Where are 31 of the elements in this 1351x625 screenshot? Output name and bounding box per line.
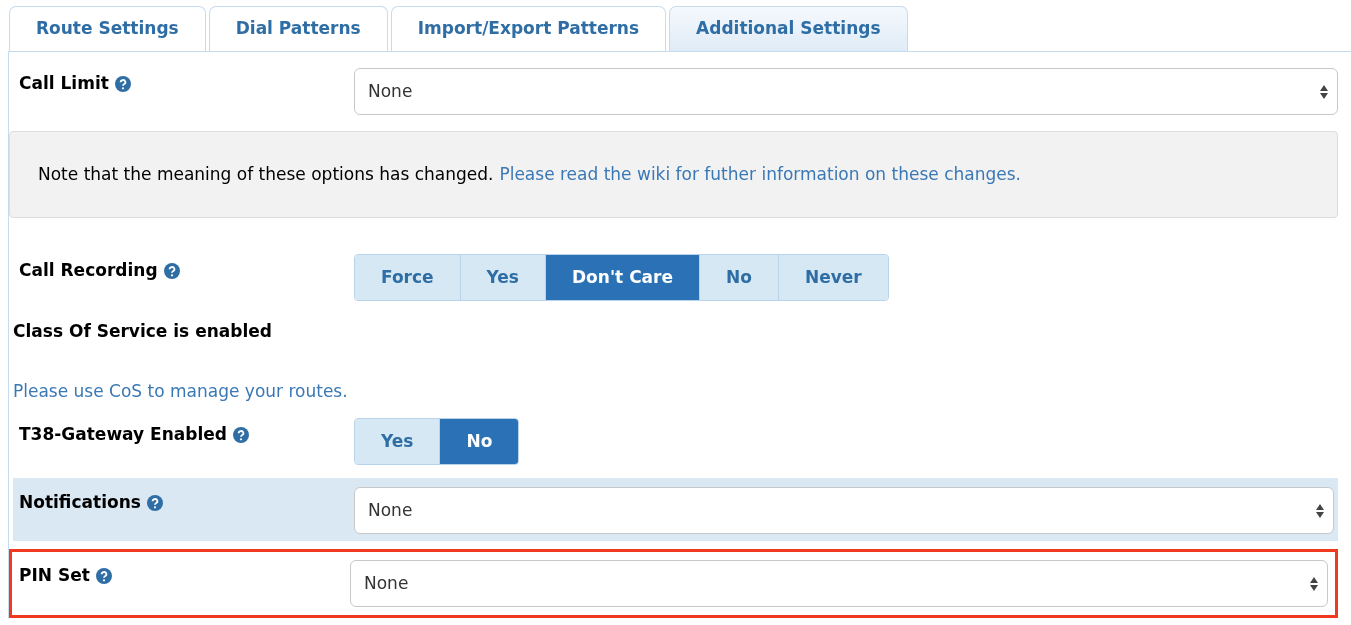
- field-label: Call Recording: [19, 259, 158, 282]
- toggle-option[interactable]: No: [700, 255, 779, 300]
- help-icon[interactable]: [114, 75, 131, 92]
- field-label: T38-Gateway Enabled: [19, 423, 227, 446]
- tab[interactable]: Additional Settings: [669, 6, 908, 51]
- note-text: Note that the meaning of these options has changed.: [38, 162, 494, 186]
- toggle-option[interactable]: Never: [778, 255, 888, 300]
- help-icon[interactable]: [146, 494, 163, 511]
- select-field[interactable]: None: [354, 68, 1338, 115]
- help-icon[interactable]: [232, 426, 249, 443]
- sort-arrows-icon: [1309, 575, 1319, 592]
- sort-arrows-icon: [1319, 83, 1329, 100]
- toggle-option[interactable]: Force: [355, 255, 461, 300]
- sort-arrows-icon: [1315, 502, 1325, 519]
- field-label: Call Limit: [19, 72, 109, 95]
- tab[interactable]: Import/Export Patterns: [390, 6, 667, 51]
- section-heading: Class Of Service is enabled: [13, 320, 272, 343]
- field-label: Notifications: [19, 491, 141, 514]
- tab[interactable]: Dial Patterns: [208, 6, 388, 51]
- cos-link[interactable]: Please use CoS to manage your routes.: [13, 378, 348, 404]
- toggle-option[interactable]: Yes: [460, 255, 546, 300]
- toggle-option[interactable]: Don't Care: [546, 255, 700, 300]
- tab[interactable]: Route Settings: [9, 6, 206, 51]
- help-icon[interactable]: [163, 262, 180, 279]
- toggle-option[interactable]: Yes: [355, 419, 441, 464]
- wiki-link[interactable]: Please read the wiki for futher information on these changes.: [499, 161, 1021, 188]
- select-field[interactable]: None: [350, 560, 1328, 607]
- select-field[interactable]: None: [354, 487, 1334, 534]
- help-icon[interactable]: [95, 567, 112, 584]
- toggle-option[interactable]: No: [440, 419, 519, 464]
- field-label: PIN Set: [19, 564, 90, 587]
